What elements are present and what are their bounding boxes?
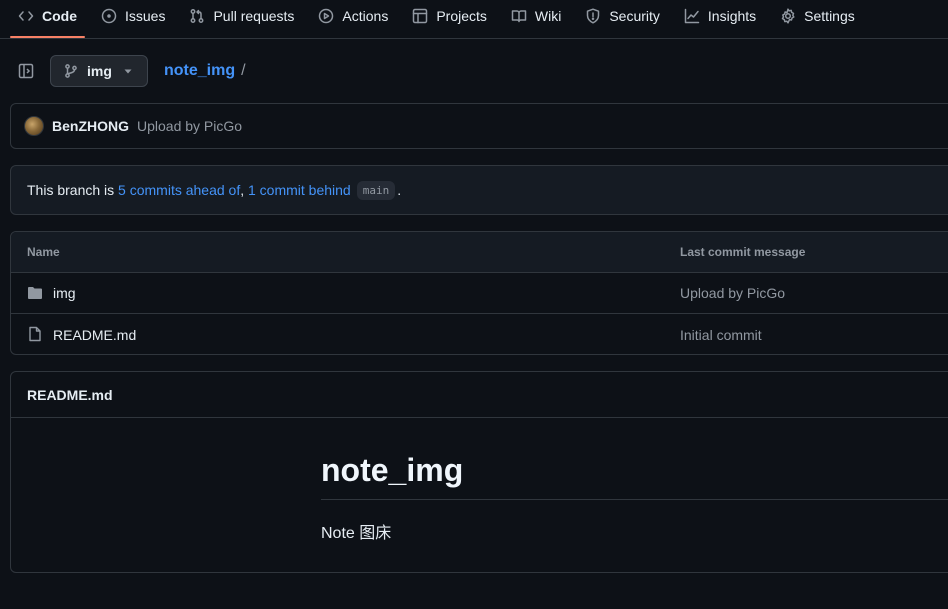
folder-icon [28,287,42,299]
chevron-down-icon [124,69,132,74]
tab-label: Projects [436,7,487,24]
tab-issues[interactable]: Issues [93,0,173,31]
table-row[interactable]: README.md Initial commit [11,314,948,354]
branch-status-bar: This branch is 5 commits ahead of , 1 co… [10,165,948,215]
readme-body: note_img Note 图床 [11,418,948,572]
file-icon [29,326,41,342]
tab-code[interactable]: Code [10,0,85,38]
branch-selector[interactable]: img [50,55,148,87]
tab-wiki[interactable]: Wiki [503,0,569,31]
file-toolbar: img note_img / [0,53,948,89]
tab-label: Actions [342,7,389,24]
play-icon [319,8,334,23]
tab-settings[interactable]: Settings [772,0,863,31]
tab-label: Issues [125,7,166,24]
tab-label: Wiki [534,7,562,24]
tab-actions[interactable]: Actions [310,0,396,31]
pull-request-icon [191,8,204,23]
file-table-header: Name Last commit message [11,232,948,273]
repo-nav: Code Issues Pull requests Actions Projec… [0,0,948,39]
tab-security[interactable]: Security [577,0,668,31]
readme-paragraph: Note 图床 [321,525,392,542]
breadcrumb: note_img / [164,62,246,80]
readme-tab[interactable]: README.md [11,372,948,418]
tab-label: Pull requests [213,7,295,24]
graph-icon [684,8,700,23]
base-branch-chip[interactable]: main [356,180,396,200]
file-commit-message[interactable]: Initial commit [680,327,762,343]
tab-insights[interactable]: Insights [676,0,764,31]
book-icon [511,9,527,22]
readme-filename: README.md [27,386,113,403]
code-icon [18,10,34,21]
git-branch-icon [65,64,77,78]
breadcrumb-repo-link[interactable]: note_img [164,62,235,80]
gear-icon [781,7,795,24]
table-row[interactable]: img Upload by PicGo [11,273,948,314]
branch-status-suffix: . [397,182,402,198]
avatar[interactable] [24,116,44,136]
tab-projects[interactable]: Projects [404,0,495,31]
tab-label: Insights [707,7,757,24]
latest-commit-bar: BenZHONG Upload by PicGo [10,103,948,149]
shield-icon [587,7,600,24]
file-name-link[interactable]: README.md [53,327,136,343]
readme-panel: README.md note_img Note 图床 [10,371,948,573]
tab-label: Settings [804,7,855,24]
branch-name: img [87,63,112,79]
commit-message[interactable]: Upload by PicGo [137,118,242,134]
column-header-name: Name [27,245,60,259]
tab-pull-requests[interactable]: Pull requests [181,0,302,31]
breadcrumb-separator: / [241,62,246,79]
column-header-message: Last commit message [680,245,806,259]
commits-behind-link[interactable]: 1 commit behind [248,182,351,198]
sidebar-toggle-button[interactable] [12,59,40,83]
readme-heading: note_img [321,452,948,500]
file-commit-message[interactable]: Upload by PicGo [680,285,785,301]
commits-ahead-link[interactable]: 5 commits ahead of [118,182,240,198]
tab-label: Security [609,7,660,24]
tab-label: Code [42,7,77,24]
sidebar-expand-icon [18,63,34,79]
file-table: Name Last commit message img Upload by P… [10,231,948,355]
commit-author[interactable]: BenZHONG [52,118,129,134]
table-icon [413,8,428,23]
issue-icon [101,8,117,23]
branch-status-prefix: This branch is [27,182,119,198]
file-name-link[interactable]: img [53,285,76,301]
branch-status-comma: , [240,182,248,198]
